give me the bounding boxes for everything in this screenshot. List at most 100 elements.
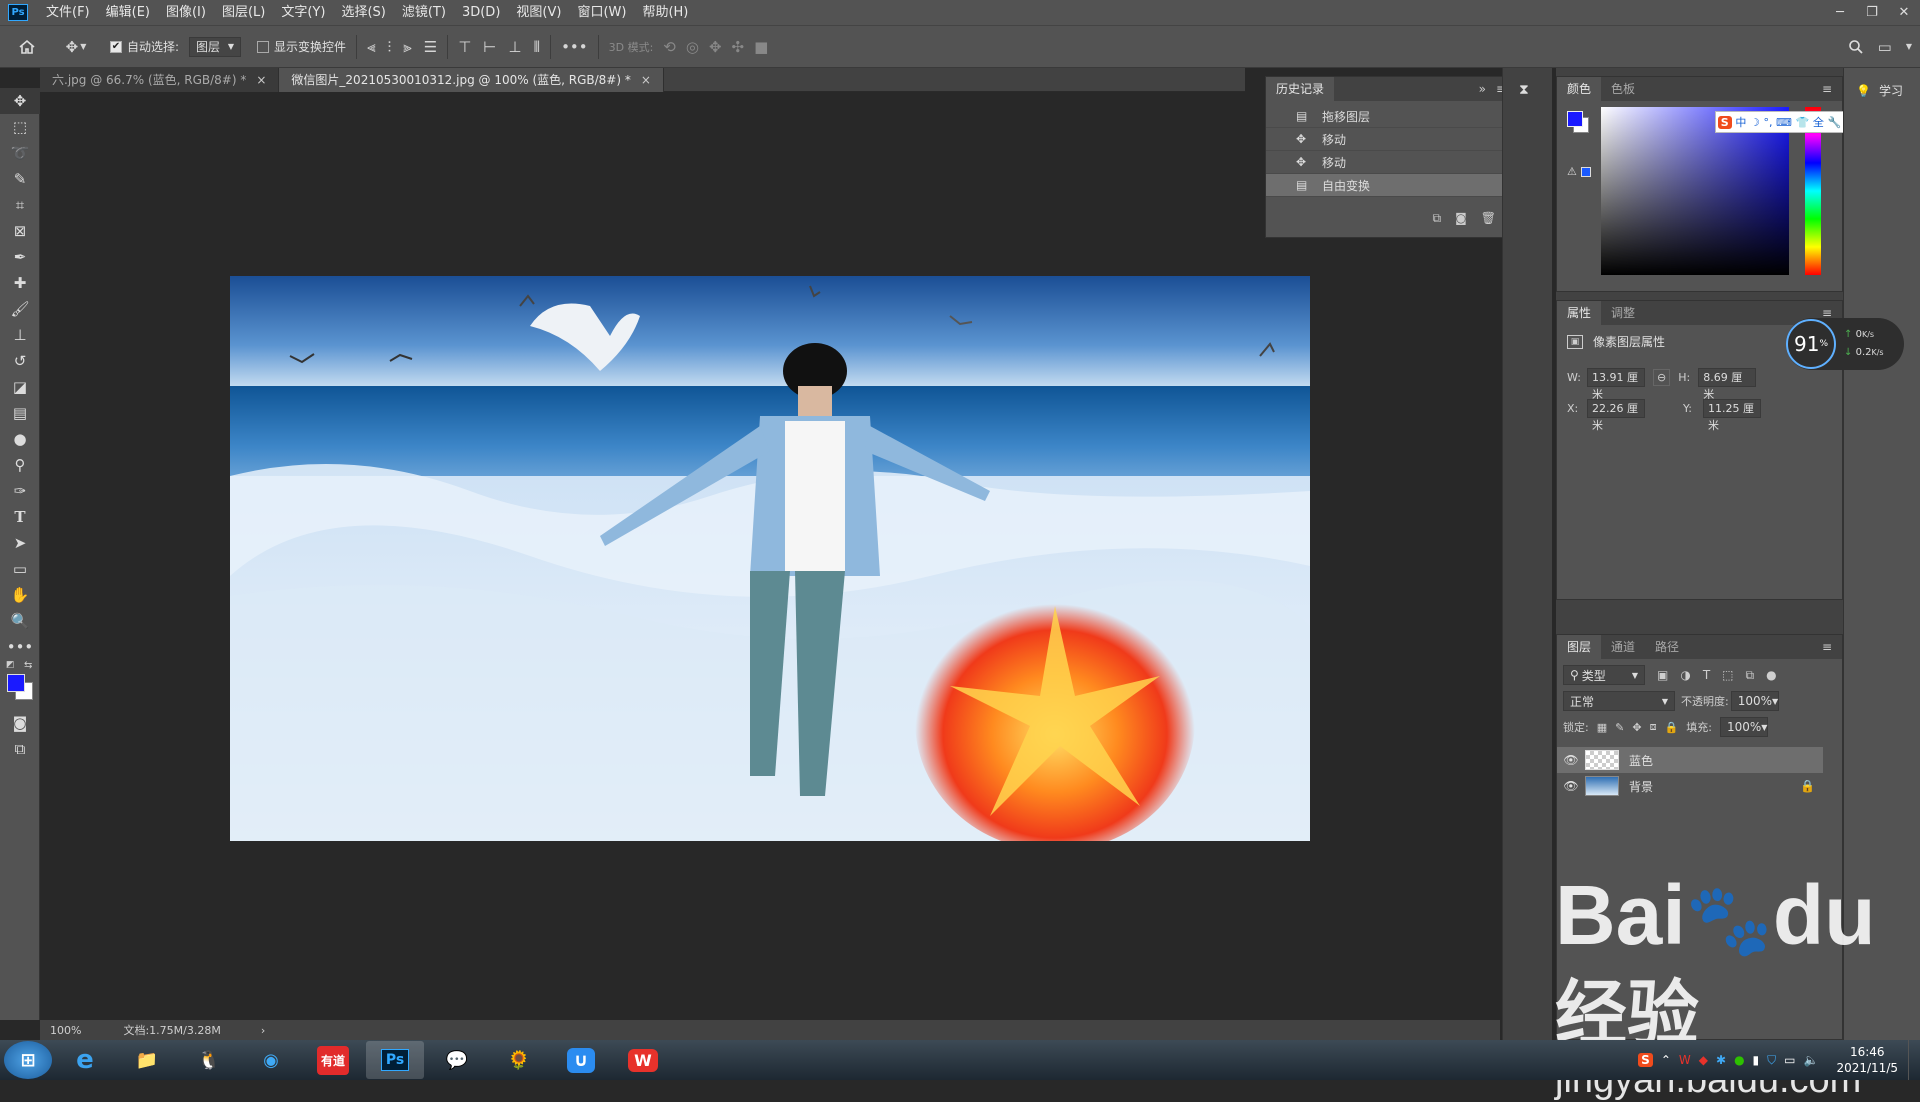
fg-swatch[interactable]	[1567, 111, 1583, 127]
y-field[interactable]: 11.25 厘米	[1703, 399, 1761, 432]
eyedropper-tool-icon[interactable]: ✒	[0, 244, 40, 270]
status-menu-arrow-icon[interactable]: ›	[261, 1024, 265, 1037]
tab-adjustments[interactable]: 调整	[1601, 301, 1645, 325]
visibility-eye-icon[interactable]: 👁	[1557, 753, 1585, 767]
show-transform-checkbox[interactable]	[257, 40, 270, 53]
move-tool-icon[interactable]: ✥	[0, 88, 40, 114]
type-tool-icon[interactable]: T	[0, 504, 40, 530]
explorer-icon[interactable]: 📁	[118, 1041, 176, 1079]
tray-arrow-icon[interactable]: ⌃	[1661, 1053, 1671, 1067]
move-tool-icon[interactable]: ✥	[66, 38, 79, 56]
gamut-warning-icon[interactable]: ⚠	[1567, 165, 1577, 178]
edit-toolbar-icon[interactable]: •••	[0, 634, 40, 660]
screen-mode-icon[interactable]: ⧉	[0, 736, 40, 762]
antivirus-tray-icon[interactable]: ◆	[1699, 1053, 1708, 1067]
qq-icon[interactable]: 🐧	[180, 1041, 238, 1079]
tab-channels[interactable]: 通道	[1601, 635, 1645, 659]
filter-pixel-icon[interactable]: ▣	[1657, 668, 1668, 682]
blend-mode-dropdown[interactable]: 正常 ▼	[1563, 691, 1675, 711]
lock-artboard-icon[interactable]: ⧈	[1650, 720, 1657, 734]
align-vcenter-icon[interactable]: ⊢	[483, 38, 496, 56]
healing-brush-tool-icon[interactable]: ✚	[0, 270, 40, 296]
tab-layers[interactable]: 图层	[1557, 635, 1602, 659]
history-panel-icon[interactable]: ⧗	[1519, 82, 1552, 98]
show-desktop-button[interactable]	[1908, 1040, 1920, 1080]
close-icon[interactable]: ×	[641, 73, 651, 87]
swap-colors-icon[interactable]: ⇆	[24, 660, 32, 671]
wechat-tray-icon[interactable]: ●	[1734, 1053, 1744, 1067]
fill-field[interactable]: 100% ▼	[1719, 717, 1768, 737]
menu-type[interactable]: 文字(Y)	[273, 0, 333, 25]
align-bottom-icon[interactable]: ⊥	[508, 38, 521, 56]
link-icon[interactable]: ⊖	[1653, 369, 1671, 386]
filter-toggle-icon[interactable]: ●	[1766, 668, 1776, 682]
baidu-netdisk-icon[interactable]: ∪	[552, 1041, 610, 1079]
3d-camera-icon[interactable]: ■	[754, 38, 768, 56]
document-canvas-image[interactable]	[230, 276, 1310, 851]
search-icon[interactable]	[1848, 39, 1864, 55]
start-button-icon[interactable]: ⊞	[4, 1041, 52, 1079]
distribute-horizontal-icon[interactable]: ⦀	[533, 38, 540, 56]
home-icon[interactable]	[18, 39, 36, 55]
wps-icon[interactable]: W	[614, 1041, 672, 1079]
rectangle-tool-icon[interactable]: ▭	[0, 556, 40, 582]
filter-type-icon[interactable]: T	[1703, 668, 1710, 682]
quick-select-tool-icon[interactable]: ✎	[0, 166, 40, 192]
keyboard-icon[interactable]: ⌨	[1776, 116, 1792, 129]
camera-icon[interactable]: ◙	[1455, 211, 1467, 226]
history-item[interactable]: ▤ 拖移图层	[1266, 105, 1514, 128]
zoom-level[interactable]: 100%	[50, 1024, 81, 1037]
visibility-eye-icon[interactable]: 👁	[1557, 779, 1585, 793]
align-hcenter-icon[interactable]: ⫶	[388, 38, 392, 56]
learn-button[interactable]: 💡 学习	[1856, 82, 1920, 99]
zoom-tool-icon[interactable]: 🔍	[0, 608, 40, 634]
menu-3d[interactable]: 3D(D)	[454, 0, 508, 25]
ie-icon[interactable]: e	[56, 1041, 114, 1079]
lasso-tool-icon[interactable]: ➰	[0, 140, 40, 166]
dodge-tool-icon[interactable]: ⚲	[0, 452, 40, 478]
align-left-icon[interactable]: ⫷	[367, 38, 375, 56]
settings-wrench-icon[interactable]: 🔧	[1827, 116, 1841, 129]
chevron-down-icon[interactable]: ▼	[1906, 42, 1912, 51]
youdao-icon[interactable]: 有道	[304, 1041, 362, 1079]
pen-tool-icon[interactable]: ✑	[0, 478, 40, 504]
path-select-tool-icon[interactable]: ➤	[0, 530, 40, 556]
game-icon[interactable]: 🌻	[490, 1041, 548, 1079]
photoshop-taskbar-icon[interactable]: Ps	[366, 1041, 424, 1079]
trash-icon[interactable]: 🗑	[1481, 211, 1496, 226]
distribute-vertical-icon[interactable]: ☰	[424, 38, 437, 56]
layer-row[interactable]: 👁 蓝色	[1557, 747, 1823, 773]
menu-edit[interactable]: 编辑(E)	[98, 0, 158, 25]
network-speed-widget[interactable]: 91% ↑ 0K/s ↓ 0.2K/s	[1786, 318, 1904, 370]
eraser-tool-icon[interactable]: ◪	[0, 374, 40, 400]
tab-document-1[interactable]: 六.jpg @ 66.7% (蓝色, RGB/8#) * ×	[40, 68, 280, 92]
3d-roll-icon[interactable]: ◎	[686, 38, 699, 56]
height-field[interactable]: 8.69 厘米	[1698, 368, 1757, 401]
clone-stamp-tool-icon[interactable]: ⊥	[0, 322, 40, 348]
foreground-color-swatch[interactable]	[7, 674, 25, 692]
volume-tray-icon[interactable]: 🔈	[1804, 1053, 1819, 1067]
opacity-field[interactable]: 100% ▼	[1730, 691, 1779, 711]
tab-history[interactable]: 历史记录	[1266, 77, 1335, 101]
history-item[interactable]: ✥ 移动	[1266, 128, 1514, 151]
skin-icon[interactable]: 👕	[1796, 116, 1810, 129]
minimize-icon[interactable]: ─	[1824, 0, 1856, 25]
filter-adjustment-icon[interactable]: ◑	[1680, 668, 1690, 682]
new-document-from-state-icon[interactable]: ⧉	[1433, 211, 1442, 226]
lock-position-icon[interactable]: ✥	[1632, 721, 1641, 734]
sogou-logo-icon[interactable]: S	[1717, 115, 1732, 129]
lock-transparency-icon[interactable]: ▦	[1597, 721, 1607, 734]
lock-all-icon[interactable]: 🔒	[1665, 721, 1679, 734]
crop-tool-icon[interactable]: ⌗	[0, 192, 40, 218]
filter-smart-object-icon[interactable]: ⧉	[1746, 668, 1755, 683]
width-field[interactable]: 13.91 厘米	[1587, 368, 1645, 401]
tab-swatches[interactable]: 色板	[1601, 77, 1645, 101]
clock[interactable]: 16:46 2021/11/5	[1836, 1044, 1898, 1076]
filter-shape-icon[interactable]: ⬚	[1722, 668, 1733, 682]
hand-tool-icon[interactable]: ✋	[0, 582, 40, 608]
history-item[interactable]: ▤ 自由变换	[1266, 174, 1514, 197]
shield-tray-icon[interactable]: ⛉	[1767, 1053, 1776, 1068]
punctuation-toggle[interactable]: °,	[1763, 116, 1772, 129]
marquee-tool-icon[interactable]: ⬚	[0, 114, 40, 140]
menu-layer[interactable]: 图层(L)	[214, 0, 273, 25]
